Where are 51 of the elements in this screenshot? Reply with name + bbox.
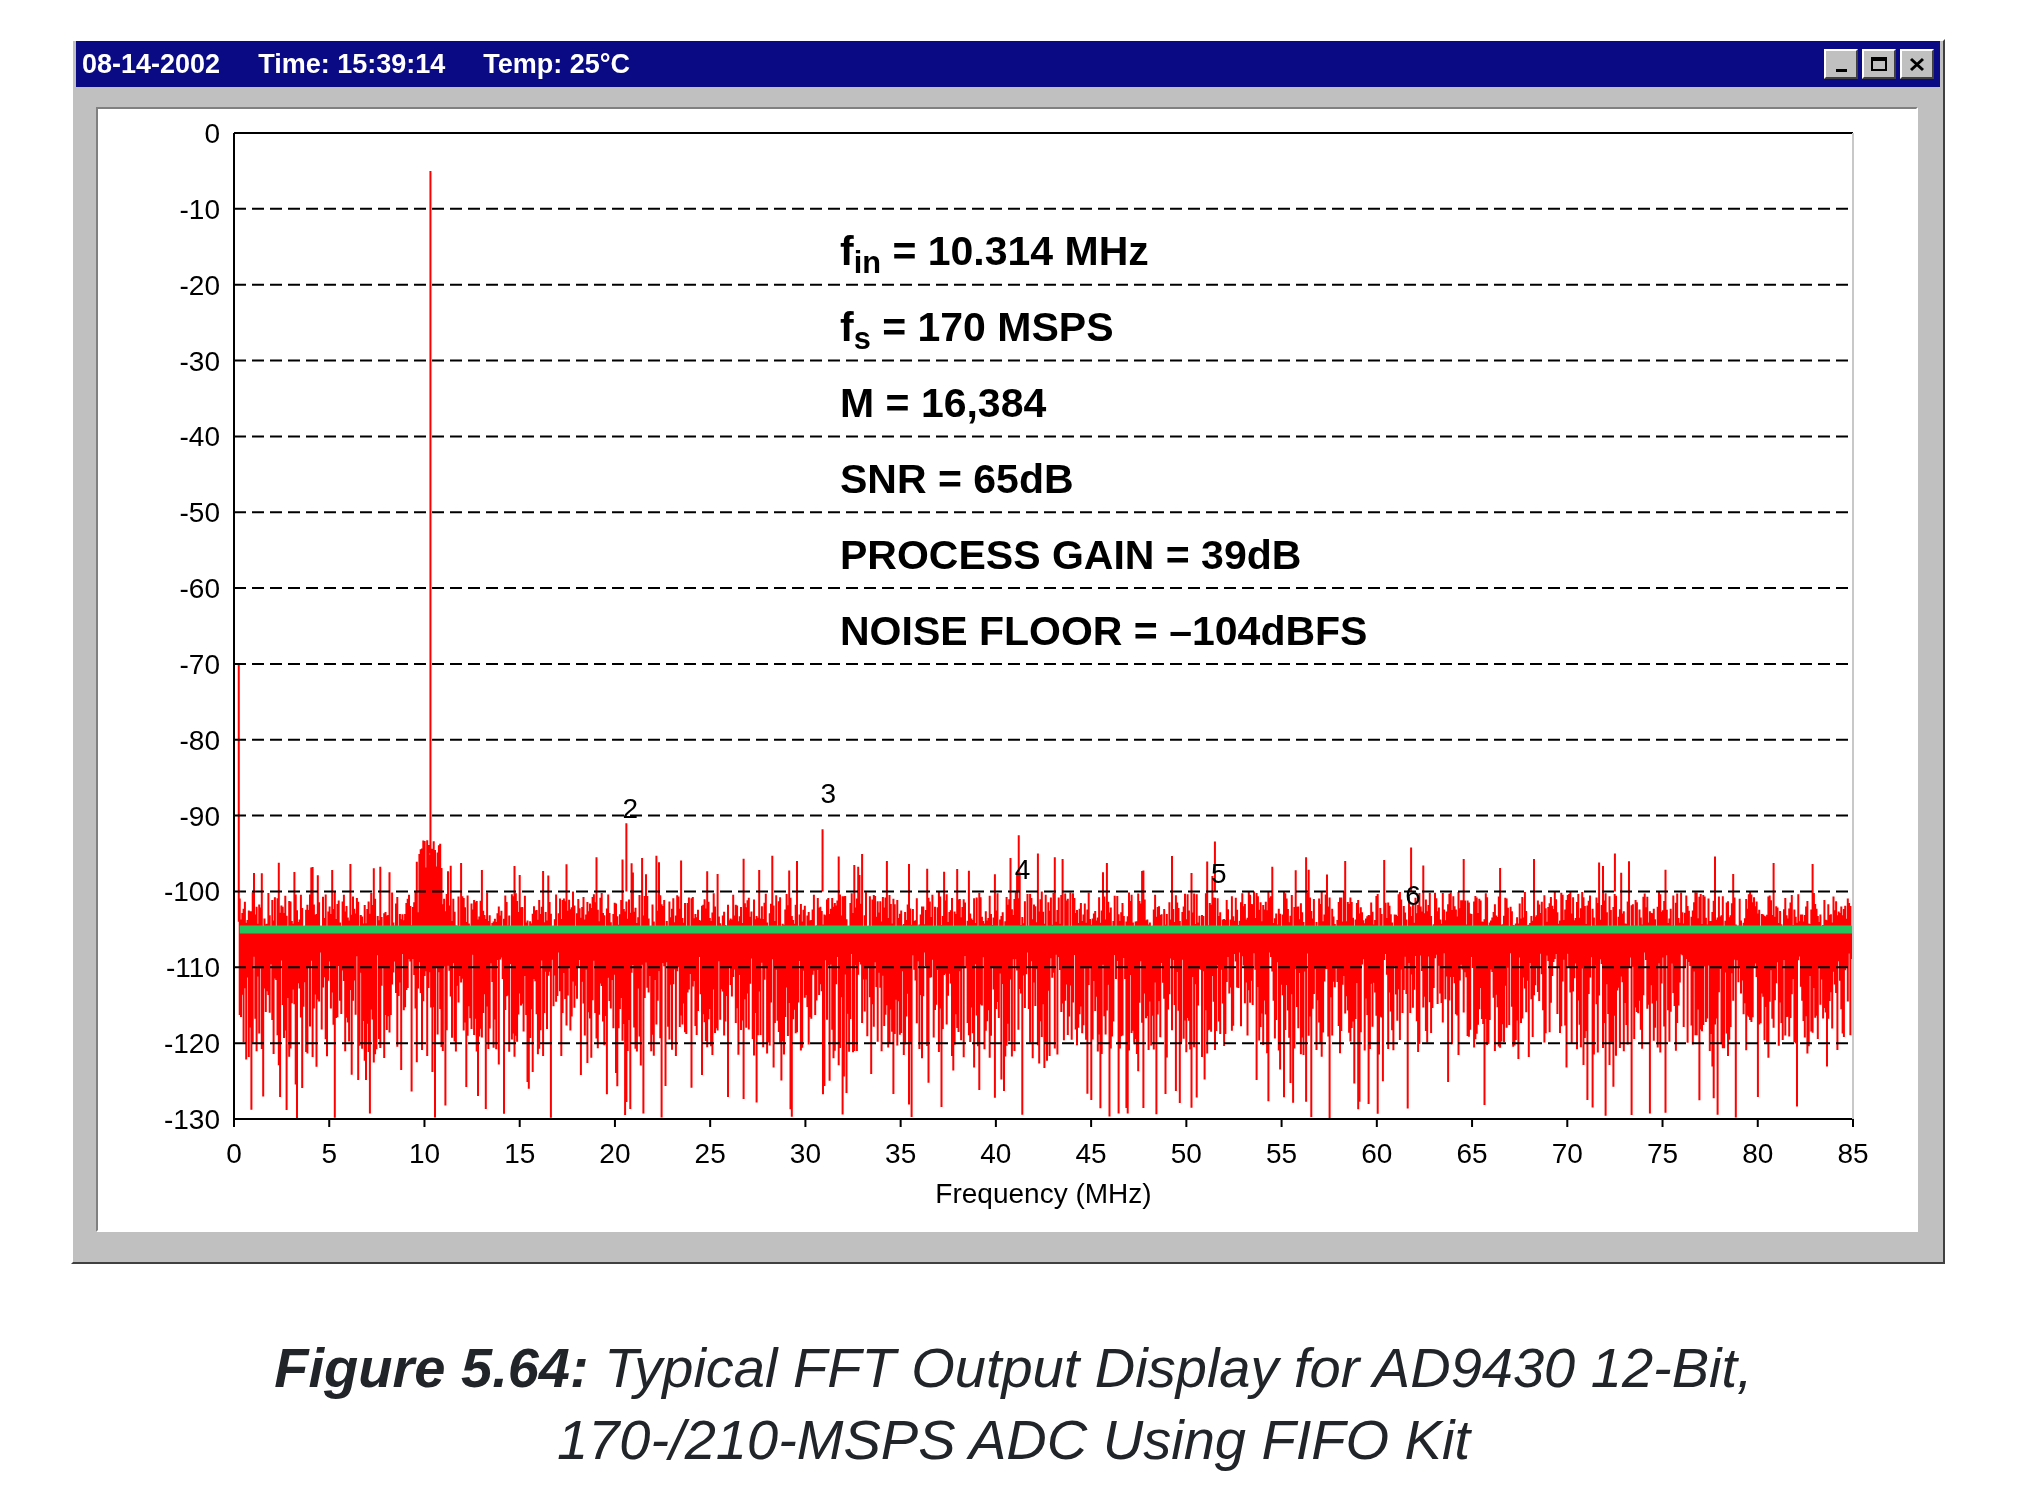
- x-tick-label: 15: [504, 1138, 536, 1169]
- close-button[interactable]: [1900, 49, 1934, 79]
- stat-text: PROCESS GAIN = 39dB: [840, 531, 1302, 580]
- y-tick-label: -60: [179, 573, 220, 605]
- y-tick-label: 0: [204, 118, 220, 149]
- y-tick-label: -120: [163, 1028, 220, 1060]
- x-tick-label: 75: [1646, 1138, 1679, 1169]
- y-tick-label: -100: [163, 876, 220, 908]
- title-text: Temp: 25°C: [483, 47, 631, 81]
- y-tick-label: -130: [163, 1104, 220, 1135]
- x-tick-label: 65: [1456, 1138, 1488, 1169]
- x-tick-label: 40: [980, 1138, 1012, 1169]
- y-tick-label: -90: [179, 800, 220, 832]
- x-tick-label: 55: [1266, 1138, 1298, 1169]
- stat-text: f$_{in}$ = 10.314 MHz: [840, 227, 1149, 282]
- x-tick-label: 70: [1551, 1138, 1583, 1169]
- x-tick-label: 20: [599, 1138, 631, 1169]
- harmonic-label: 2: [622, 793, 638, 825]
- x-tick-label: 85: [1837, 1138, 1869, 1169]
- title-text: Time: 15:39:14: [258, 47, 446, 81]
- stat-text: SNR = 65dB: [840, 455, 1074, 504]
- y-tick-label: -20: [179, 269, 220, 301]
- y-tick-label: -30: [179, 345, 220, 377]
- y-tick-label: -70: [179, 648, 220, 680]
- y-tick-label: -40: [179, 421, 220, 453]
- x-axis-label: Frequency (MHz): [935, 1178, 1152, 1209]
- maximize-icon: [1871, 56, 1887, 72]
- title-text: 08-14-2002: [82, 47, 221, 81]
- y-tick-label: -110: [166, 952, 220, 984]
- y-tick-label: -10: [179, 193, 220, 225]
- x-tick-label: 60: [1361, 1138, 1393, 1169]
- harmonic-label: 3: [820, 777, 837, 809]
- y-tick-label: -50: [179, 497, 220, 529]
- y-tick-label: -80: [179, 724, 220, 756]
- x-tick-label: 30: [789, 1138, 821, 1169]
- minimize-icon: [1835, 69, 1847, 72]
- x-tick-label: 50: [1170, 1138, 1202, 1169]
- figure-caption: Figure 5.64: Typical FFT Output Display for AD9430 12-Bit, 170-/210-MSPS ADC Using FIFO Kit: [273, 1335, 1754, 1473]
- close-icon: [1909, 56, 1925, 72]
- maximize-button[interactable]: [1862, 49, 1896, 79]
- stat-text: f$_{s}$ = 170 MSPS: [840, 303, 1114, 358]
- minimize-button[interactable]: [1824, 49, 1858, 79]
- x-tick-label: 80: [1742, 1138, 1774, 1169]
- x-tick-label: 25: [694, 1138, 726, 1169]
- x-tick-label: 10: [408, 1138, 441, 1169]
- x-tick-label: 0: [226, 1138, 242, 1169]
- stat-text: M = 16,384: [840, 379, 1047, 428]
- x-tick-label: 45: [1075, 1138, 1107, 1169]
- x-tick-label: 5: [321, 1138, 337, 1169]
- stat-text: NOISE FLOOR = –104dBFS: [840, 607, 1368, 656]
- x-tick-label: 35: [885, 1138, 917, 1169]
